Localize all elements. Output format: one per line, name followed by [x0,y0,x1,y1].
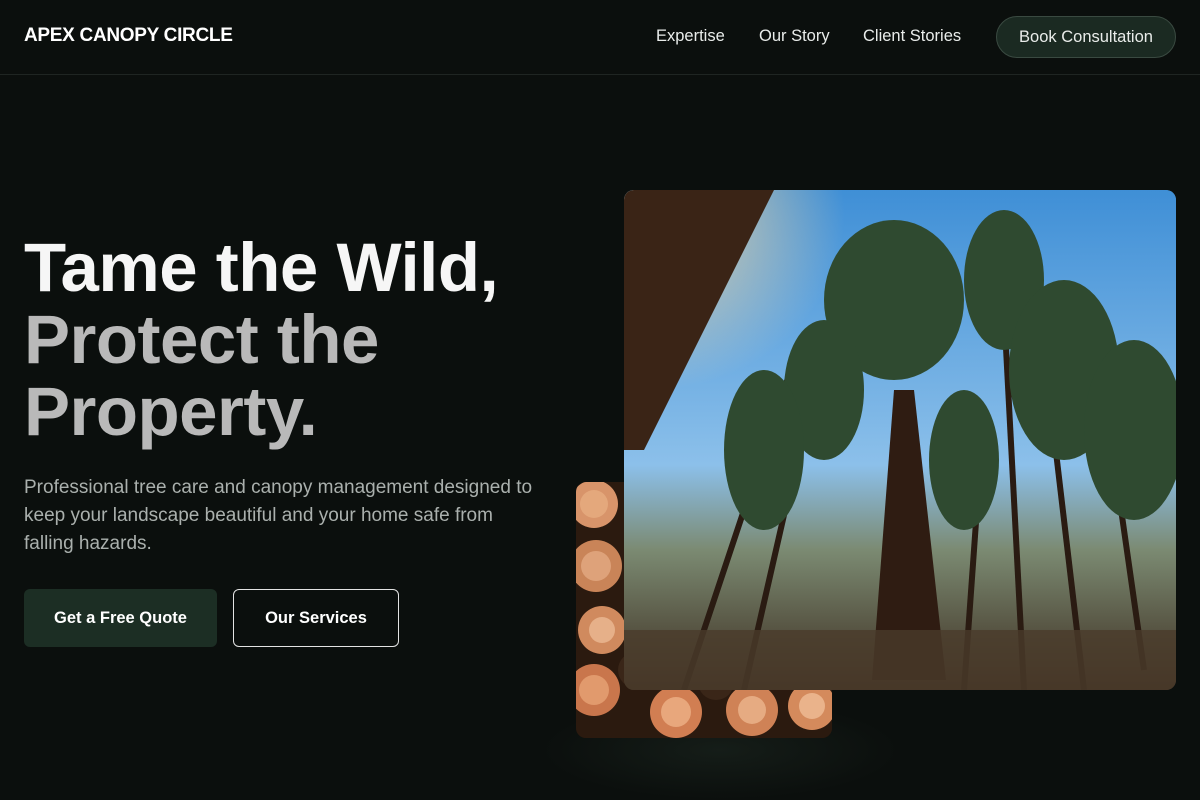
our-services-button[interactable]: Our Services [233,589,399,647]
headline-line-3: Property. [24,373,318,450]
hero-headline: Tame the Wild, Protect the Property. [24,232,604,448]
site-header: APEX CANOPY CIRCLE Expertise Our Story C… [0,0,1200,75]
nav-link-expertise[interactable]: Expertise [656,27,725,46]
forest-canopy-icon [624,190,1176,690]
nav-link-client-stories[interactable]: Client Stories [863,27,961,46]
nav-link-our-story[interactable]: Our Story [759,27,830,46]
hero-subtext: Professional tree care and canopy manage… [24,477,533,554]
headline-line-2: Protect the [24,301,379,378]
forest-canopy-image [624,190,1176,690]
brand-logo-text[interactable]: APEX CANOPY CIRCLE [24,25,233,47]
book-consultation-button[interactable]: Book Consultation [996,16,1176,58]
headline-line-1: Tame the Wild, [24,229,499,306]
get-free-quote-button[interactable]: Get a Free Quote [24,589,217,647]
